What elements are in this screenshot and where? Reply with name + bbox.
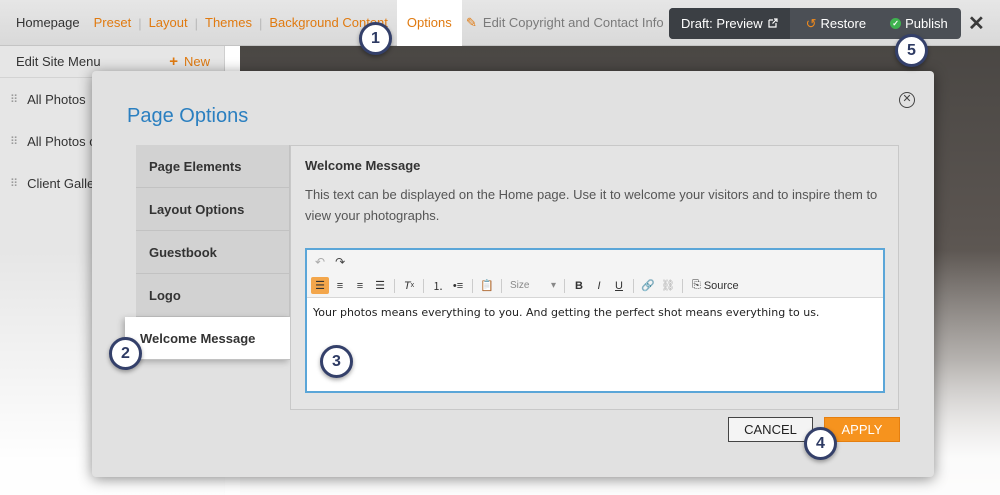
nav-themes[interactable]: Themes [198,0,259,46]
undo-icon[interactable]: ↶ [315,255,325,269]
modal-title: Page Options [127,105,248,128]
nav-layout[interactable]: Layout [142,0,195,46]
align-left-icon[interactable]: ☰ [311,277,329,294]
plus-icon: + [169,53,178,70]
toolbar-divider [472,279,473,293]
draft-preview-button[interactable]: Draft: Preview [669,8,790,39]
format-toolbar: ☰ ≡ ≡ ☰ Tx ⒈ •≡ 📋 Size ▾ [311,276,743,295]
new-menu-item-button[interactable]: + New [169,53,210,70]
step-marker-4: 4 [804,427,837,460]
drag-handle-icon[interactable]: ⠿ [10,177,17,190]
restore-icon: ↺ [806,16,817,32]
restore-button[interactable]: ↺ Restore [790,16,880,32]
source-label: Source [704,280,739,292]
sidebar-title: Edit Site Menu [16,54,101,69]
main-nav: Homepage Preset | Layout | Themes | Back… [0,0,462,46]
close-circle-icon[interactable]: ✕ [899,92,915,108]
publish-button[interactable]: ✓ Publish [880,16,958,31]
pencil-icon: ✎ [466,0,477,46]
sidebar-item-label: All Photos o [27,134,96,149]
page-options-modal: Page Options ✕ Page Elements Layout Opti… [92,71,934,477]
toolbar-divider [423,279,424,293]
tab-page-elements[interactable]: Page Elements [136,145,290,188]
tab-guestbook[interactable]: Guestbook [136,231,290,274]
tab-layout-options[interactable]: Layout Options [136,188,290,231]
section-description: This text can be displayed on the Home p… [305,184,890,226]
new-label: New [184,54,210,69]
nav-preset[interactable]: Preset [87,0,139,46]
publish-label: Publish [905,16,948,31]
align-center-icon[interactable]: ≡ [331,277,349,294]
chevron-down-icon: ▾ [551,280,556,291]
drag-handle-icon[interactable]: ⠿ [10,93,17,106]
source-button[interactable]: ⎘ Source [688,279,743,292]
edit-copyright-link[interactable]: ✎ Edit Copyright and Contact Info [466,0,664,46]
toolbar-divider [633,279,634,293]
toolbar-divider [394,279,395,293]
restore-label: Restore [821,16,867,31]
external-link-icon [768,8,778,39]
underline-icon[interactable]: U [610,277,628,294]
toolbar-divider [501,279,502,293]
editor-content[interactable]: Your photos means everything to you. And… [313,306,819,319]
toolbar-divider [564,279,565,293]
size-placeholder: Size [510,280,529,291]
sidebar-item-label: Client Galle [27,176,94,191]
history-toolbar: ↶ ↷ [315,255,345,269]
source-icon: ⎘ [692,279,701,292]
step-marker-1: 1 [359,22,392,55]
edit-copyright-label: Edit Copyright and Contact Info [483,0,664,46]
editor-toolbar: ↶ ↷ ☰ ≡ ≡ ☰ Tx ⒈ •≡ 📋 Si [307,250,883,298]
top-bar: Homepage Preset | Layout | Themes | Back… [0,0,1000,46]
redo-icon[interactable]: ↷ [335,255,345,269]
step-marker-5: 5 [895,34,928,67]
unlink-icon[interactable]: ⛓ [659,277,677,294]
close-icon[interactable]: ✕ [968,11,985,36]
link-icon[interactable]: 🔗 [639,277,657,294]
bullet-list-icon[interactable]: •≡ [449,277,467,294]
nav-homepage[interactable]: Homepage [0,0,87,46]
clear-format-icon[interactable]: Tx [400,277,418,294]
welcome-message-panel: Welcome Message This text can be display… [290,145,899,410]
check-circle-icon: ✓ [890,18,901,29]
numbered-list-icon[interactable]: ⒈ [429,277,447,294]
section-title: Welcome Message [305,158,420,173]
step-marker-2: 2 [109,337,142,370]
drag-handle-icon[interactable]: ⠿ [10,135,17,148]
italic-icon[interactable]: I [590,277,608,294]
font-size-select[interactable]: Size ▾ [507,278,559,293]
align-right-icon[interactable]: ≡ [351,277,369,294]
sidebar-item-label: All Photos [27,92,86,107]
options-tabs: Page Elements Layout Options Guestbook L… [136,145,290,360]
bold-icon[interactable]: B [570,277,588,294]
tab-logo[interactable]: Logo [136,274,290,317]
step-marker-3: 3 [320,345,353,378]
align-justify-icon[interactable]: ☰ [371,277,389,294]
nav-options[interactable]: Options [397,0,462,46]
cancel-button[interactable]: CANCEL [728,417,813,442]
draft-preview-label: Draft: Preview [681,8,763,39]
rich-text-editor[interactable]: ↶ ↷ ☰ ≡ ≡ ☰ Tx ⒈ •≡ 📋 Si [305,248,885,393]
tab-welcome-message[interactable]: Welcome Message [125,317,290,360]
toolbar-divider [682,279,683,293]
paste-icon[interactable]: 📋 [478,277,496,294]
